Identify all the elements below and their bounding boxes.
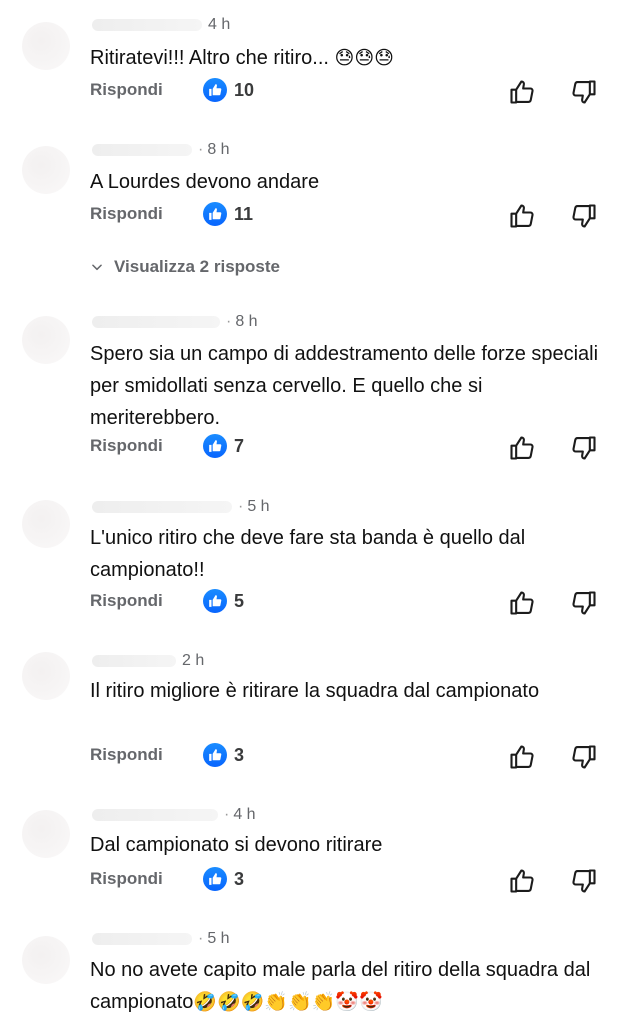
reaction-summary[interactable]: 11	[203, 202, 253, 226]
comment-meta: · 8 h	[92, 311, 258, 333]
like-count: 10	[234, 79, 255, 100]
like-count: 3	[234, 744, 245, 765]
reaction-summary[interactable]: 3	[203, 867, 244, 891]
view-replies-label: Visualizza 2 risposte	[114, 257, 280, 276]
comment-meta: · 5 h	[92, 496, 270, 518]
comment-text-block: L'unico ritiro che deve fare sta banda è…	[90, 522, 605, 586]
comment-time[interactable]: 2 h	[182, 652, 204, 670]
comment-text: L'unico ritiro che deve fare sta banda è…	[90, 527, 526, 581]
reply-button[interactable]: Rispondi	[90, 436, 163, 456]
comment-actions: Rispondi 10	[90, 78, 610, 108]
thumb-up-outline-icon[interactable]	[508, 434, 536, 462]
comment-emojis: 🤣🤣🤣👏👏👏🤡🤡	[193, 991, 383, 1013]
comment-time[interactable]: 8 h	[207, 141, 229, 159]
comment-emojis: 😓😓😓	[334, 47, 394, 69]
reaction-summary[interactable]: 10	[203, 78, 254, 102]
comment-text: Il ritiro migliore è ritirare la squadra…	[90, 680, 540, 702]
thumb-up-outline-icon[interactable]	[508, 743, 536, 771]
author-name-redacted[interactable]	[92, 809, 218, 821]
thumb-up-outline-icon[interactable]	[508, 867, 536, 895]
like-count: 11	[234, 203, 254, 224]
thumbs-up-icon	[203, 434, 227, 458]
thumb-up-outline-icon[interactable]	[508, 202, 536, 230]
avatar[interactable]	[22, 146, 70, 194]
comment-time[interactable]: 5 h	[247, 498, 269, 516]
comment-time[interactable]: 8 h	[235, 313, 257, 331]
avatar[interactable]	[22, 316, 70, 364]
thumbs-up-icon	[203, 202, 227, 226]
like-count: 3	[234, 868, 245, 889]
avatar[interactable]	[22, 810, 70, 858]
avatar[interactable]	[22, 652, 70, 700]
author-name-redacted[interactable]	[92, 655, 176, 667]
comment-meta: · 8 h	[92, 139, 230, 161]
comment-actions: Rispondi 3	[90, 743, 610, 773]
thumb-up-outline-icon[interactable]	[508, 589, 536, 617]
comment-time[interactable]: 4 h	[233, 806, 255, 824]
comment-meta: 4 h	[92, 14, 230, 36]
thumb-down-outline-icon[interactable]	[570, 78, 598, 106]
thumb-up-outline-icon[interactable]	[508, 78, 536, 106]
reply-button[interactable]: Rispondi	[90, 869, 163, 889]
thumb-down-outline-icon[interactable]	[570, 434, 598, 462]
reaction-summary[interactable]: 3	[203, 743, 244, 767]
comment-text: Spero sia un campo di addestramento dell…	[90, 343, 599, 429]
reply-button[interactable]: Rispondi	[90, 204, 163, 224]
comment-text-block: Ritiratevi!!! Altro che ritiro... 😓😓😓	[90, 42, 605, 74]
comment-text-block: A Lourdes devono andare	[90, 166, 605, 198]
reply-button[interactable]: Rispondi	[90, 591, 163, 611]
comment-time[interactable]: 5 h	[207, 930, 229, 948]
avatar[interactable]	[22, 936, 70, 984]
author-name-redacted[interactable]	[92, 501, 232, 513]
comment-text-block: Il ritiro migliore è ritirare la squadra…	[90, 675, 605, 707]
thumbs-up-icon	[203, 743, 227, 767]
comment-actions: Rispondi 5	[90, 589, 610, 619]
reaction-summary[interactable]: 7	[203, 434, 244, 458]
thumbs-up-icon	[203, 78, 227, 102]
comment-text-block: Spero sia un campo di addestramento dell…	[90, 338, 605, 434]
view-replies-button[interactable]: Visualizza 2 risposte	[90, 256, 280, 278]
author-name-redacted[interactable]	[92, 144, 192, 156]
author-name-redacted[interactable]	[92, 316, 220, 328]
comment-meta: · 4 h	[92, 804, 256, 826]
avatar[interactable]	[22, 22, 70, 70]
thumb-down-outline-icon[interactable]	[570, 202, 598, 230]
reply-button[interactable]: Rispondi	[90, 745, 163, 765]
comment-text: Dal campionato si devono ritirare	[90, 834, 383, 856]
comment-actions: Rispondi 11	[90, 202, 610, 232]
thumb-down-outline-icon[interactable]	[570, 867, 598, 895]
reply-button[interactable]: Rispondi	[90, 80, 163, 100]
thumbs-up-icon	[203, 589, 227, 613]
reaction-summary[interactable]: 5	[203, 589, 244, 613]
comment-meta: · 5 h	[92, 928, 230, 950]
thumbs-up-icon	[203, 867, 227, 891]
comment-actions: Rispondi 7	[90, 434, 610, 464]
comment-text: A Lourdes devono andare	[90, 171, 320, 193]
thumb-down-outline-icon[interactable]	[570, 743, 598, 771]
like-count: 7	[234, 435, 245, 456]
comment-meta: 2 h	[92, 650, 204, 672]
comment-time[interactable]: 4 h	[208, 16, 230, 34]
comment-text: Ritiratevi!!! Altro che ritiro...	[90, 47, 329, 69]
thumb-down-outline-icon[interactable]	[570, 589, 598, 617]
author-name-redacted[interactable]	[92, 933, 192, 945]
avatar[interactable]	[22, 500, 70, 548]
author-name-redacted[interactable]	[92, 19, 202, 31]
comment-text-block: No no avete capito male parla del ritiro…	[90, 954, 605, 1018]
like-count: 5	[234, 590, 245, 611]
chevron-down-icon	[92, 264, 102, 271]
comment-text-block: Dal campionato si devono ritirare	[90, 829, 605, 861]
comment-actions: Rispondi 3	[90, 867, 610, 897]
